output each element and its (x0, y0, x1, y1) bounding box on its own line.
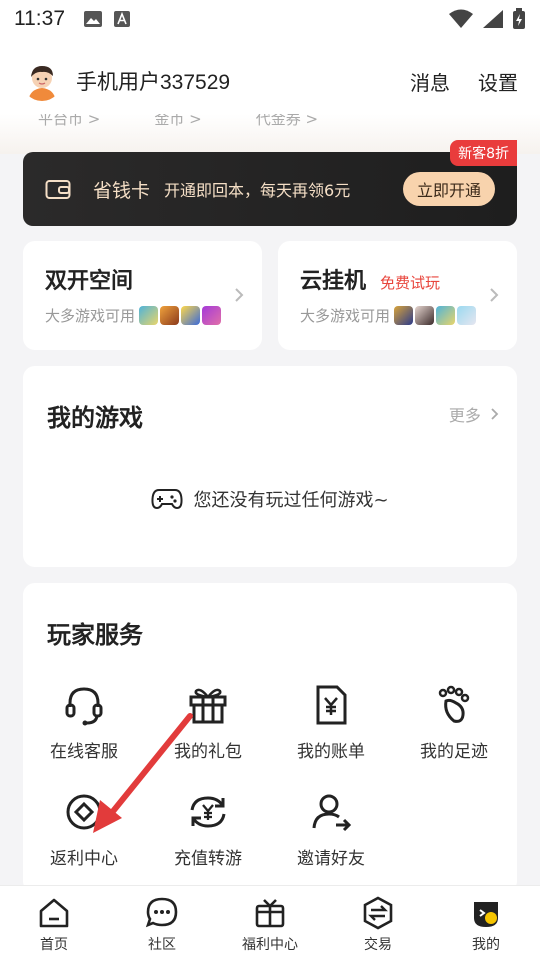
service-label: 我的礼包 (174, 742, 242, 762)
tab-community[interactable]: 社区 (108, 886, 216, 960)
footprint-icon (438, 685, 470, 723)
welfare-icon (255, 899, 285, 928)
recharge-transfer-icon (190, 796, 226, 828)
player-services-card: 玩家服务 在线客服 我的礼包 我的账单 我的足迹 返利中心 充值转游 邀请好友 (23, 583, 517, 893)
font-a-icon (114, 11, 130, 27)
service-my-bills[interactable]: 我的账单 (276, 683, 386, 762)
tab-welfare-center[interactable]: 福利中心 (216, 886, 324, 960)
headset-icon (65, 687, 103, 726)
asset-voucher[interactable]: 代金券 > (256, 114, 318, 154)
game-thumbnail (202, 306, 222, 325)
tab-label: 社区 (148, 937, 176, 953)
player-services-title: 玩家服务 (47, 621, 143, 649)
vip-card-title: 省钱卡 (93, 179, 151, 202)
cloud-hangup-card[interactable]: 云挂机 免费试玩 大多游戏可用 (278, 241, 517, 350)
service-my-footprint[interactable]: 我的足迹 (399, 683, 509, 762)
free-trial-badge: 免费试玩 (380, 274, 441, 292)
profile-header: 手机用户337529 消息 设置 (0, 38, 540, 124)
tab-label: 我的 (472, 937, 500, 953)
trade-icon (363, 896, 393, 930)
cloud-hangup-title: 云挂机 (300, 269, 367, 294)
tab-home[interactable]: 首页 (0, 886, 108, 960)
service-online-support[interactable]: 在线客服 (29, 683, 139, 762)
community-icon (145, 897, 178, 928)
image-icon (84, 11, 102, 27)
cloud-hangup-subtitle: 大多游戏可用 (300, 307, 391, 325)
open-now-button[interactable]: 立即开通 (402, 172, 495, 206)
chevron-right-icon (489, 287, 499, 308)
game-thumbnail (394, 306, 414, 325)
game-thumbnail (139, 306, 159, 325)
vip-card-description: 开通即回本，每天再领6元 (164, 181, 351, 200)
asset-platform-coin[interactable]: 平台币 > (38, 114, 100, 154)
bottom-tab-bar: 首页 社区 福利中心 交易 我的 (0, 885, 540, 960)
service-label: 返利中心 (50, 849, 118, 869)
service-recharge-transfer[interactable]: 充值转游 (153, 790, 263, 869)
more-label: 更多 (448, 406, 481, 425)
game-thumbnails (139, 306, 222, 325)
game-thumbnail (160, 306, 180, 325)
home-icon (39, 898, 69, 928)
new-user-discount-badge: 新客8折 (450, 140, 517, 166)
service-rebate-center[interactable]: 返利中心 (29, 790, 139, 869)
my-games-card: 我的游戏 更多 您还没有玩过任何游戏~ (23, 366, 517, 567)
tab-trade[interactable]: 交易 (324, 886, 432, 960)
signal-icon (483, 10, 503, 28)
game-thumbnail (415, 306, 435, 325)
dual-space-subtitle: 大多游戏可用 (45, 307, 136, 325)
game-thumbnail (457, 306, 477, 325)
my-games-title: 我的游戏 (47, 404, 143, 432)
status-time: 11:37 (14, 7, 65, 30)
game-thumbnail (436, 306, 456, 325)
username[interactable]: 手机用户337529 (76, 66, 230, 96)
service-label: 邀请好友 (297, 849, 365, 869)
header-actions: 消息 设置 (410, 67, 518, 96)
service-label: 我的账单 (297, 742, 365, 762)
service-label: 在线客服 (50, 742, 118, 762)
settings-button[interactable]: 设置 (478, 67, 518, 96)
tab-label: 首页 (40, 937, 68, 953)
gift-icon (189, 688, 227, 724)
mine-icon (474, 902, 498, 927)
service-label: 我的足迹 (420, 742, 488, 762)
money-saving-card[interactable]: 省钱卡 开通即回本，每天再领6元 立即开通 新客8折 (23, 140, 517, 226)
messages-button[interactable]: 消息 (410, 67, 450, 96)
service-label: 充值转游 (174, 849, 242, 869)
service-invite-friends[interactable]: 邀请好友 (276, 790, 386, 869)
wallet-icon (45, 180, 71, 199)
battery-icon (513, 8, 525, 29)
empty-games-message: 您还没有玩过任何游戏~ (23, 486, 517, 512)
chevron-right-icon (234, 287, 244, 308)
empty-games-text: 您还没有玩过任何游戏~ (193, 490, 389, 511)
invite-friend-icon (312, 794, 352, 832)
more-games-link[interactable]: 更多 (449, 402, 499, 426)
rebate-icon (66, 794, 102, 830)
gamepad-icon (151, 489, 183, 510)
game-thumbnails (394, 306, 477, 325)
tab-mine[interactable]: 我的 (432, 886, 540, 960)
status-bar: 11:37 (0, 0, 540, 38)
dual-space-title: 双开空间 (45, 269, 134, 294)
wifi-icon (449, 9, 473, 28)
chevron-right-icon (491, 408, 499, 420)
avatar[interactable] (22, 61, 62, 101)
service-my-gifts[interactable]: 我的礼包 (153, 683, 263, 762)
bill-icon (316, 685, 347, 725)
asset-gold-coin[interactable]: 金币 > (154, 114, 201, 154)
tab-label: 福利中心 (242, 937, 298, 953)
dual-space-card[interactable]: 双开空间 大多游戏可用 (23, 241, 262, 350)
tab-label: 交易 (364, 937, 392, 953)
game-thumbnail (181, 306, 201, 325)
